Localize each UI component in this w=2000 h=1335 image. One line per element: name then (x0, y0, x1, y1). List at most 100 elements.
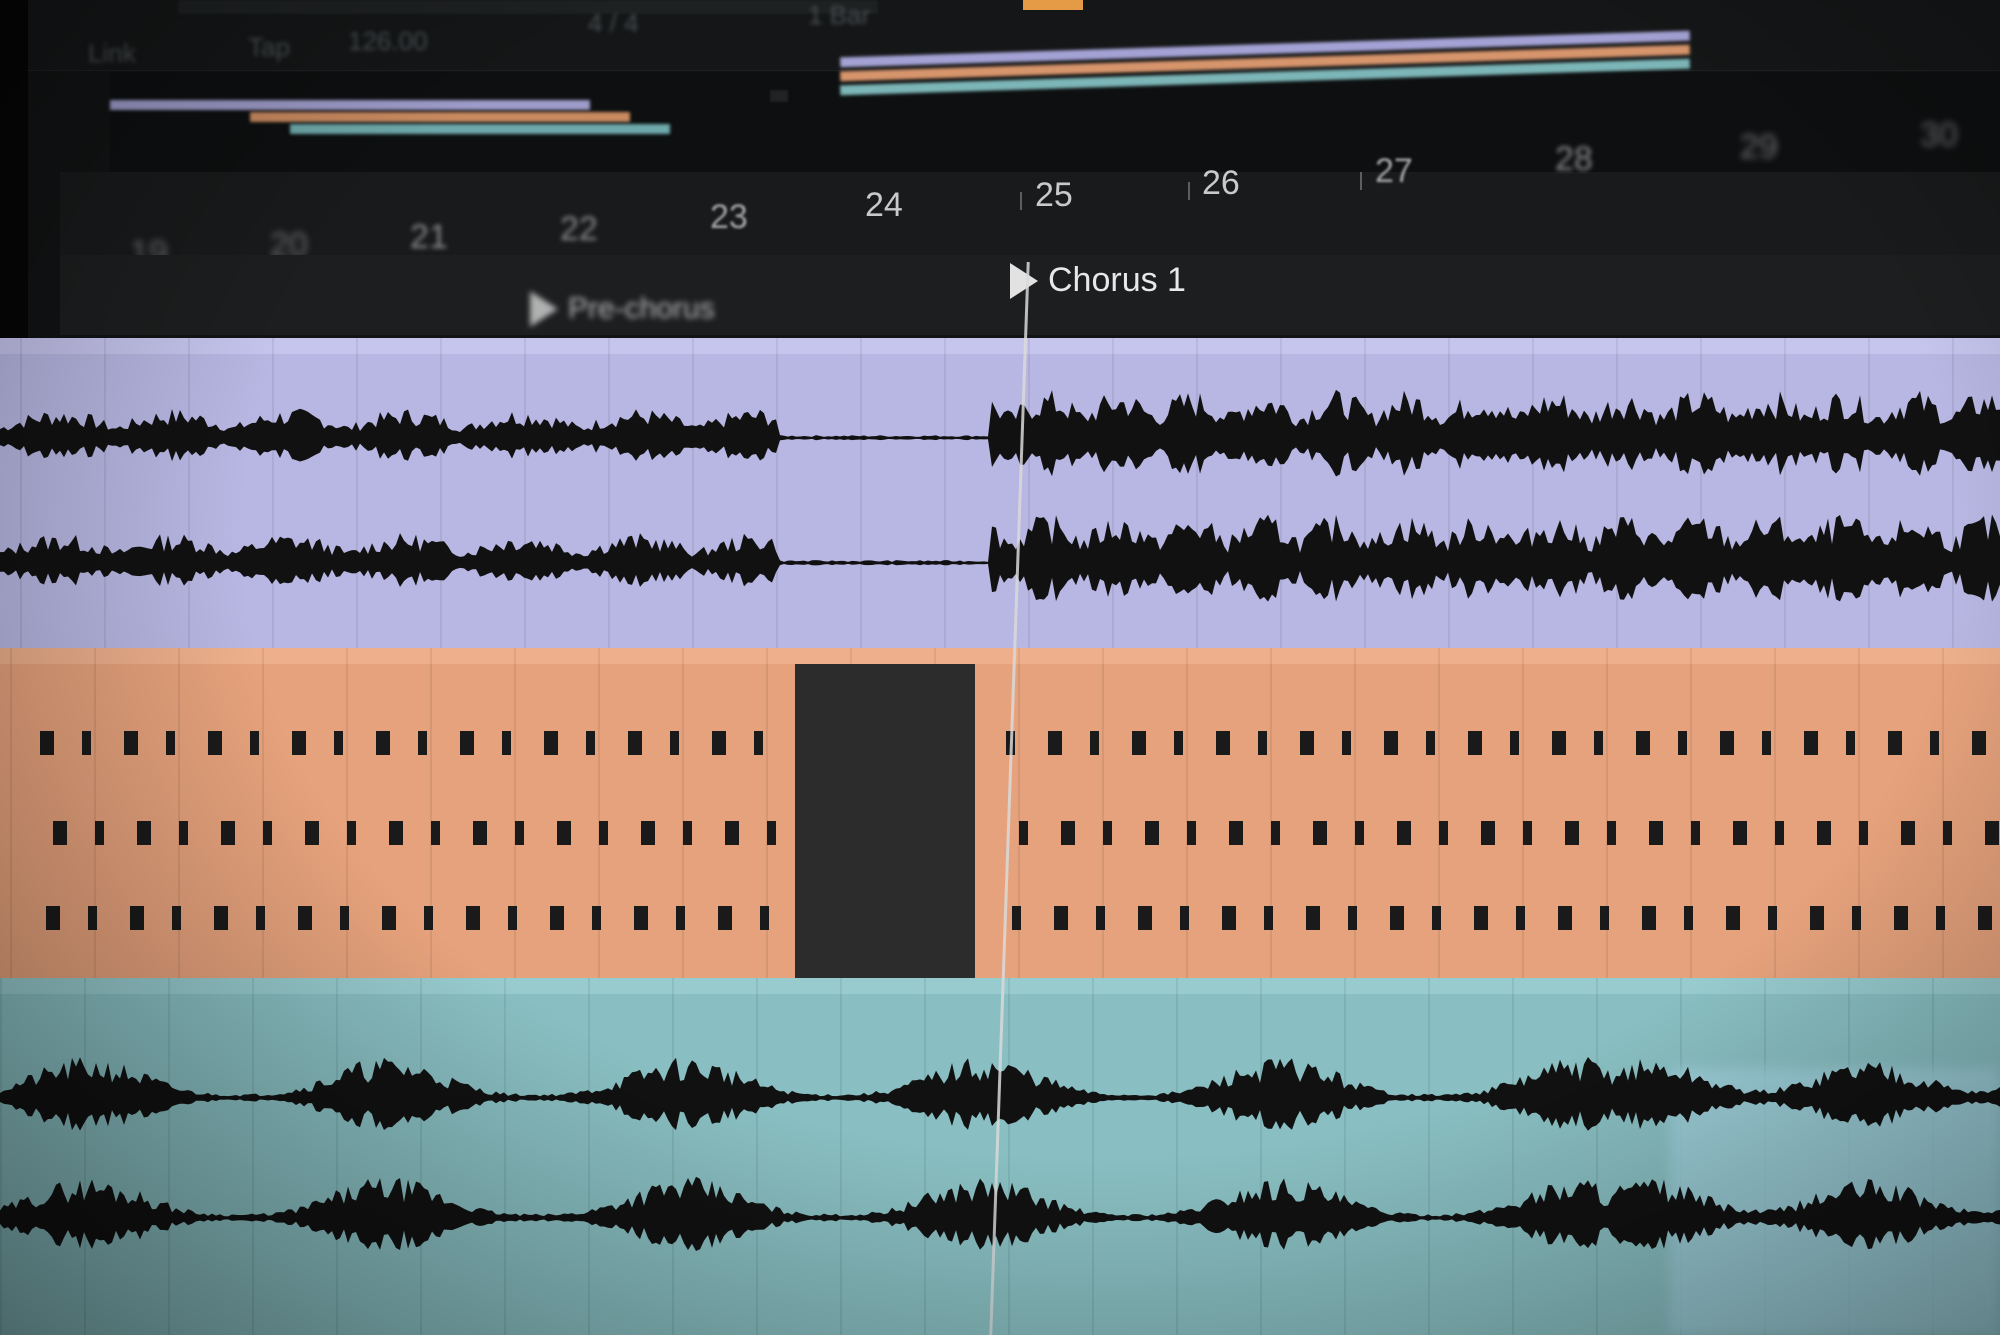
midi-note[interactable] (256, 906, 265, 930)
midi-note[interactable] (1600, 906, 1609, 930)
midi-note[interactable] (1439, 821, 1448, 845)
locator-pre-chorus[interactable]: Pre-chorus (530, 291, 715, 327)
midi-note[interactable] (1678, 731, 1687, 755)
midi-note[interactable] (263, 821, 272, 845)
arrangement-overview[interactable] (110, 30, 2000, 182)
midi-note[interactable] (1552, 731, 1566, 755)
midi-note[interactable] (130, 906, 144, 930)
midi-note[interactable] (1132, 731, 1146, 755)
midi-note[interactable] (1510, 731, 1519, 755)
midi-note[interactable] (208, 731, 222, 755)
midi-note[interactable] (725, 821, 739, 845)
midi-note[interactable] (1432, 906, 1441, 930)
midi-note[interactable] (712, 731, 726, 755)
midi-note[interactable] (1936, 906, 1945, 930)
midi-note[interactable] (599, 821, 608, 845)
midi-note[interactable] (340, 906, 349, 930)
midi-note[interactable] (1817, 821, 1831, 845)
midi-note[interactable] (473, 821, 487, 845)
midi-note[interactable] (1145, 821, 1159, 845)
midi-note[interactable] (1300, 731, 1314, 755)
midi-note[interactable] (1397, 821, 1411, 845)
midi-note[interactable] (1943, 821, 1952, 845)
midi-note[interactable] (137, 821, 151, 845)
midi-note[interactable] (1229, 821, 1243, 845)
midi-note[interactable] (466, 906, 480, 930)
midi-note[interactable] (1258, 731, 1267, 755)
midi-note[interactable] (515, 821, 524, 845)
audio-clip-track-1[interactable] (0, 338, 2000, 648)
midi-note[interactable] (1888, 731, 1902, 755)
midi-note[interactable] (1642, 906, 1656, 930)
midi-note[interactable] (172, 906, 181, 930)
midi-note[interactable] (1978, 906, 1992, 930)
midi-note[interactable] (718, 906, 732, 930)
midi-note[interactable] (1180, 906, 1189, 930)
midi-note[interactable] (508, 906, 517, 930)
midi-note[interactable] (1775, 821, 1784, 845)
midi-note[interactable] (250, 731, 259, 755)
link-button[interactable]: Link (88, 38, 136, 68)
midi-note[interactable] (1012, 906, 1021, 930)
quantize-menu[interactable]: 1 Bar (808, 0, 870, 30)
midi-note[interactable] (1852, 906, 1861, 930)
midi-note[interactable] (1313, 821, 1327, 845)
midi-note[interactable] (1558, 906, 1572, 930)
midi-note[interactable] (1474, 906, 1488, 930)
midi-note[interactable] (1426, 731, 1435, 755)
midi-note[interactable] (1985, 821, 1999, 845)
midi-note[interactable] (214, 906, 228, 930)
midi-note[interactable] (382, 906, 396, 930)
beat-time-ruler[interactable]: 19 20 21 22 23 24 25 26 27 28 29 30 (60, 116, 2000, 272)
midi-note[interactable] (1187, 821, 1196, 845)
midi-note[interactable] (1306, 906, 1320, 930)
midi-note[interactable] (1691, 821, 1700, 845)
locator-chorus-1[interactable]: Chorus 1 (1010, 261, 1186, 300)
midi-note[interactable] (305, 821, 319, 845)
midi-note[interactable] (1384, 731, 1398, 755)
midi-note[interactable] (124, 731, 138, 755)
midi-note[interactable] (82, 731, 91, 755)
midi-note[interactable] (1271, 821, 1280, 845)
midi-note[interactable] (418, 731, 427, 755)
midi-note[interactable] (1390, 906, 1404, 930)
midi-note[interactable] (1733, 821, 1747, 845)
midi-note[interactable] (1138, 906, 1152, 930)
midi-note[interactable] (1174, 731, 1183, 755)
midi-note[interactable] (641, 821, 655, 845)
midi-note[interactable] (46, 906, 60, 930)
midi-note[interactable] (557, 821, 571, 845)
record-indicator[interactable] (1023, 0, 1083, 10)
midi-note[interactable] (1804, 731, 1818, 755)
midi-note[interactable] (221, 821, 235, 845)
tempo-field[interactable]: 126.00 (348, 26, 428, 56)
midi-note[interactable] (424, 906, 433, 930)
midi-note[interactable] (1019, 821, 1028, 845)
midi-note[interactable] (586, 731, 595, 755)
midi-note[interactable] (460, 731, 474, 755)
midi-note[interactable] (1090, 731, 1099, 755)
midi-note[interactable] (1607, 821, 1616, 845)
tap-tempo-button[interactable]: Tap (248, 32, 290, 62)
midi-note[interactable] (1565, 821, 1579, 845)
midi-note[interactable] (683, 821, 692, 845)
midi-note[interactable] (1636, 731, 1650, 755)
midi-note[interactable] (1972, 731, 1986, 755)
midi-note[interactable] (1684, 906, 1693, 930)
midi-note[interactable] (298, 906, 312, 930)
midi-note[interactable] (502, 731, 511, 755)
midi-note[interactable] (1216, 731, 1230, 755)
midi-note[interactable] (1468, 731, 1482, 755)
midi-note[interactable] (1846, 731, 1855, 755)
midi-note[interactable] (676, 906, 685, 930)
midi-note[interactable] (1859, 821, 1868, 845)
midi-note[interactable] (670, 731, 679, 755)
midi-note[interactable] (754, 731, 763, 755)
midi-note[interactable] (1516, 906, 1525, 930)
midi-note[interactable] (1342, 731, 1351, 755)
time-signature-field[interactable]: 4 / 4 (588, 8, 639, 38)
midi-note[interactable] (1768, 906, 1777, 930)
midi-note[interactable] (1096, 906, 1105, 930)
midi-note[interactable] (1348, 906, 1357, 930)
midi-note[interactable] (53, 821, 67, 845)
